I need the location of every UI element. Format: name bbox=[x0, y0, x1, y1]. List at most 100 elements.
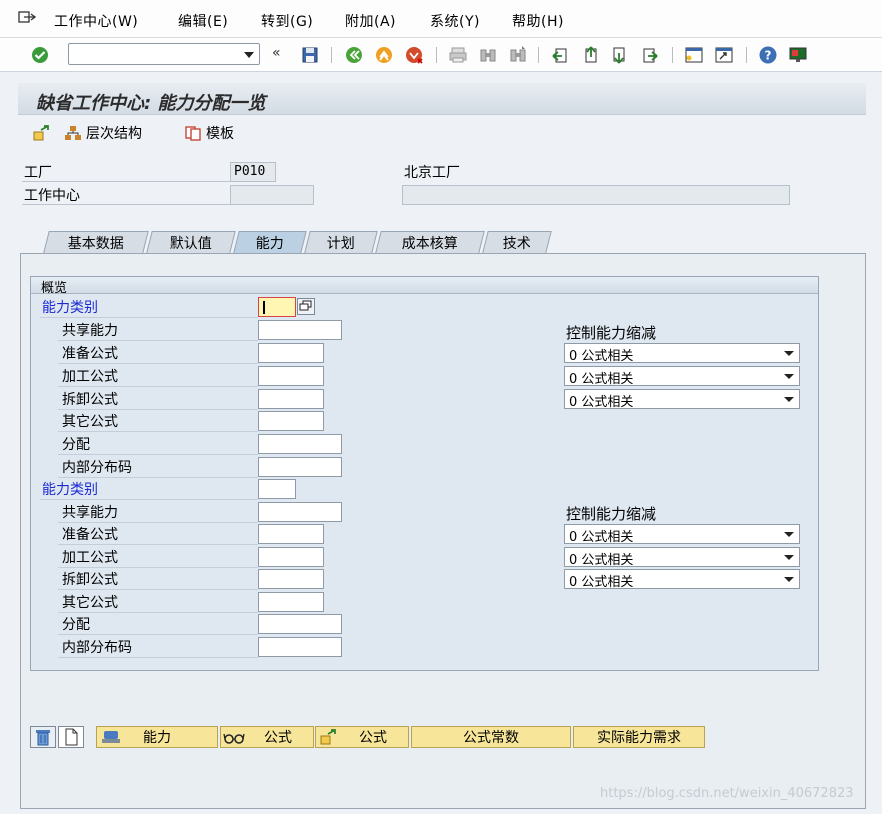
teardown-control-select[interactable]: 0 公式相关 bbox=[564, 389, 800, 410]
setup-formula-input[interactable] bbox=[258, 524, 324, 544]
row-divider bbox=[40, 317, 258, 318]
distribution-input[interactable] bbox=[258, 434, 342, 454]
delete-button[interactable] bbox=[30, 726, 56, 748]
first-page-icon[interactable] bbox=[550, 45, 570, 65]
formula-constants-button[interactable]: 公式常数 bbox=[411, 726, 571, 748]
menu-work-center[interactable]: 工作中心(W) bbox=[54, 11, 138, 31]
setup-formula-input[interactable] bbox=[258, 343, 324, 363]
chevron-down-icon[interactable] bbox=[784, 397, 794, 402]
application-toolbar: 层次结构 模板 bbox=[18, 118, 866, 148]
chevron-down-icon[interactable] bbox=[784, 555, 794, 560]
previous-page-icon[interactable] bbox=[580, 45, 600, 65]
setup-formula-label: 准备公式 bbox=[62, 346, 118, 362]
work-center-field[interactable] bbox=[230, 185, 314, 205]
tab-costing[interactable]: 成本核算 bbox=[375, 231, 485, 253]
menu-help[interactable]: 帮助(H) bbox=[512, 11, 564, 31]
work-center-label: 工作中心 bbox=[24, 188, 80, 204]
back-icon[interactable] bbox=[344, 45, 364, 65]
last-page-icon[interactable] bbox=[640, 45, 660, 65]
formula-other-object-button-label: 公式 bbox=[359, 730, 387, 746]
new-session-icon[interactable] bbox=[684, 45, 704, 65]
print-icon[interactable] bbox=[448, 45, 468, 65]
collapse-icon[interactable]: « bbox=[272, 45, 281, 61]
tab-costing-label: 成本核算 bbox=[401, 236, 458, 252]
processing-formula-input[interactable] bbox=[258, 547, 324, 567]
chevron-down-icon[interactable] bbox=[784, 374, 794, 379]
work-center-underline bbox=[22, 204, 230, 205]
new-document-icon bbox=[65, 728, 78, 746]
other-formula-input[interactable] bbox=[258, 592, 324, 612]
toolbar-separator bbox=[672, 47, 673, 63]
tab-basic-data[interactable]: 基本数据 bbox=[43, 231, 149, 253]
actual-capacity-requirements-button[interactable]: 实际能力需求 bbox=[573, 726, 705, 748]
capacity-detail-button[interactable] bbox=[297, 298, 315, 315]
control-capacity-reduction-label: 控制能力缩减 bbox=[566, 505, 657, 523]
teardown-formula-input[interactable] bbox=[258, 389, 324, 409]
tab-default-values[interactable]: 默认值 bbox=[146, 231, 236, 253]
template-button[interactable]: 模板 bbox=[184, 123, 234, 143]
teardown-control-select[interactable]: 0 公式相关 bbox=[564, 569, 800, 590]
processing-control-select[interactable]: 0 公式相关 bbox=[564, 547, 800, 568]
formula-other-object-button[interactable]: 公式 bbox=[315, 726, 409, 748]
save-icon[interactable] bbox=[300, 45, 320, 65]
new-entry-button[interactable] bbox=[58, 726, 84, 748]
row-divider bbox=[58, 409, 258, 410]
chevron-down-icon[interactable] bbox=[244, 52, 254, 58]
distribution-label: 分配 bbox=[62, 617, 90, 633]
exit-icon[interactable] bbox=[374, 45, 394, 65]
customize-layout-icon[interactable] bbox=[788, 45, 808, 65]
other-formula-label: 其它公式 bbox=[62, 595, 118, 611]
internal-distribution-label: 内部分布码 bbox=[62, 640, 132, 656]
shortcut-icon[interactable] bbox=[714, 45, 734, 65]
processing-control-select[interactable]: 0 公式相关 bbox=[564, 366, 800, 387]
menu-system[interactable]: 系统(Y) bbox=[430, 11, 480, 31]
capacity-category-input[interactable] bbox=[258, 479, 296, 499]
chevron-down-icon[interactable] bbox=[784, 532, 794, 537]
row-divider bbox=[58, 454, 258, 455]
find-icon[interactable] bbox=[478, 45, 498, 65]
find-next-icon[interactable] bbox=[508, 45, 528, 65]
tab-capacities-label: 能力 bbox=[255, 236, 284, 252]
menu-extras[interactable]: 附加(A) bbox=[345, 11, 396, 31]
processing-formula-input[interactable] bbox=[258, 366, 324, 386]
setup-formula-label: 准备公式 bbox=[62, 527, 118, 543]
template-button-label: 模板 bbox=[206, 126, 234, 142]
menu-edit[interactable]: 编辑(E) bbox=[178, 11, 228, 31]
trash-icon bbox=[36, 730, 50, 746]
shared-capacity-input[interactable] bbox=[258, 502, 342, 522]
menu-goto[interactable]: 转到(G) bbox=[261, 11, 313, 31]
setup-control-select[interactable]: 0 公式相关 bbox=[564, 524, 800, 545]
tab-capacities[interactable]: 能力 bbox=[233, 231, 307, 253]
actual-capacity-requirements-button-label: 实际能力需求 bbox=[597, 730, 681, 746]
other-object-icon[interactable] bbox=[32, 124, 52, 142]
tab-scheduling[interactable]: 计划 bbox=[304, 231, 378, 253]
toolbar-separator bbox=[436, 47, 437, 63]
app-menu-icon[interactable] bbox=[18, 10, 36, 24]
plant-field[interactable]: P010 bbox=[230, 162, 276, 182]
cancel-icon[interactable] bbox=[404, 45, 424, 65]
chevron-down-icon[interactable] bbox=[784, 351, 794, 356]
capacity-category-input[interactable] bbox=[258, 297, 296, 317]
other-formula-input[interactable] bbox=[258, 411, 324, 431]
capacity-button[interactable]: 能力 bbox=[96, 726, 218, 748]
internal-distribution-input[interactable] bbox=[258, 457, 342, 477]
teardown-formula-input[interactable] bbox=[258, 569, 324, 589]
capacity-icon bbox=[102, 731, 120, 743]
chevron-down-icon[interactable] bbox=[784, 577, 794, 582]
next-page-icon[interactable] bbox=[610, 45, 630, 65]
plant-underline bbox=[22, 181, 230, 182]
enter-check-icon[interactable] bbox=[30, 45, 50, 65]
shared-capacity-input[interactable] bbox=[258, 320, 342, 340]
hierarchy-button[interactable]: 层次结构 bbox=[64, 123, 142, 143]
internal-distribution-label: 内部分布码 bbox=[62, 460, 132, 476]
row-divider bbox=[58, 544, 258, 545]
internal-distribution-input[interactable] bbox=[258, 637, 342, 657]
distribution-input[interactable] bbox=[258, 614, 342, 634]
row-divider bbox=[58, 522, 258, 523]
setup-control-select[interactable]: 0 公式相关 bbox=[564, 343, 800, 364]
tab-technical-data[interactable]: 技术 bbox=[482, 231, 552, 253]
command-field[interactable] bbox=[68, 43, 260, 65]
help-icon[interactable]: ? bbox=[758, 45, 778, 65]
formula-display-button[interactable]: 公式 bbox=[220, 726, 314, 748]
glasses-icon bbox=[223, 733, 245, 744]
